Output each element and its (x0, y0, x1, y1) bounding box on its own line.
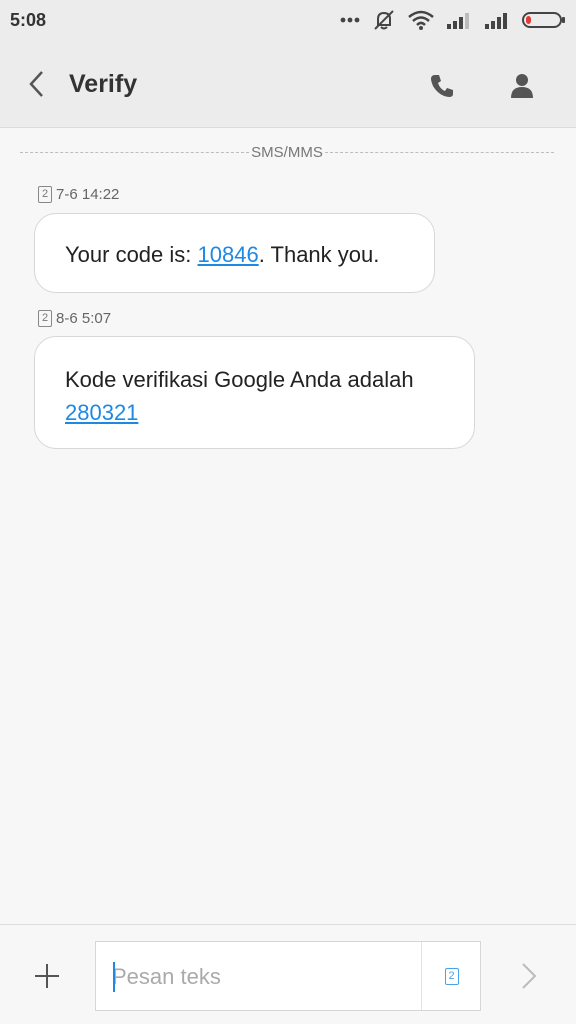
call-button[interactable] (424, 68, 460, 104)
message-text: Your code is: (65, 242, 198, 267)
text-caret (113, 962, 115, 992)
sim-select-button[interactable]: 2 (421, 942, 481, 1010)
contact-button[interactable] (504, 68, 540, 104)
plus-icon (35, 964, 59, 988)
person-icon (511, 74, 533, 98)
signal-icon (484, 11, 510, 29)
message-text: . Thank you. (258, 242, 380, 267)
more-dots-icon (340, 16, 360, 24)
send-arrow-icon (522, 963, 537, 989)
status-bar: 5:08 (0, 0, 576, 40)
message-input[interactable] (112, 960, 412, 994)
divider-line (324, 151, 555, 153)
message-bubble[interactable]: Kode verifikasi Google Anda adalah 28032… (34, 336, 475, 449)
wifi-icon (408, 10, 434, 30)
conversation-title: Verify (69, 70, 138, 98)
verification-code-link[interactable]: 280321 (65, 400, 138, 425)
status-time: 5:08 (10, 9, 47, 30)
message-meta: 2 7-6 14:22 (38, 186, 119, 203)
divider-line (20, 151, 250, 153)
send-button[interactable] (512, 959, 546, 993)
message-text: Kode verifikasi Google Anda adalah (65, 367, 414, 392)
message-timestamp: 8-6 5:07 (56, 310, 112, 327)
conversation-header: Verify (0, 40, 576, 128)
mute-icon (372, 9, 396, 31)
chevron-left-icon (29, 71, 43, 97)
message-input-box[interactable]: 2 (95, 941, 481, 1011)
verification-code-link[interactable]: 10846 (198, 242, 259, 267)
message-timestamp: 7-6 14:22 (56, 186, 120, 203)
message-bubble[interactable]: Your code is: 10846. Thank you. (34, 213, 435, 293)
attach-button[interactable] (30, 959, 64, 993)
status-icons (340, 9, 566, 31)
signal-icon (446, 11, 472, 29)
message-meta: 2 8-6 5:07 (38, 310, 111, 327)
sim-icon: 2 (38, 310, 52, 327)
composer-bar: 2 (0, 924, 576, 1024)
sim-icon: 2 (38, 186, 52, 203)
phone-icon (431, 75, 453, 97)
back-button[interactable] (18, 66, 54, 102)
sim-icon: 2 (444, 967, 459, 985)
channel-divider: SMS/MMS (20, 142, 555, 162)
battery-icon (522, 11, 566, 29)
channel-label: SMS/MMS (251, 143, 323, 161)
